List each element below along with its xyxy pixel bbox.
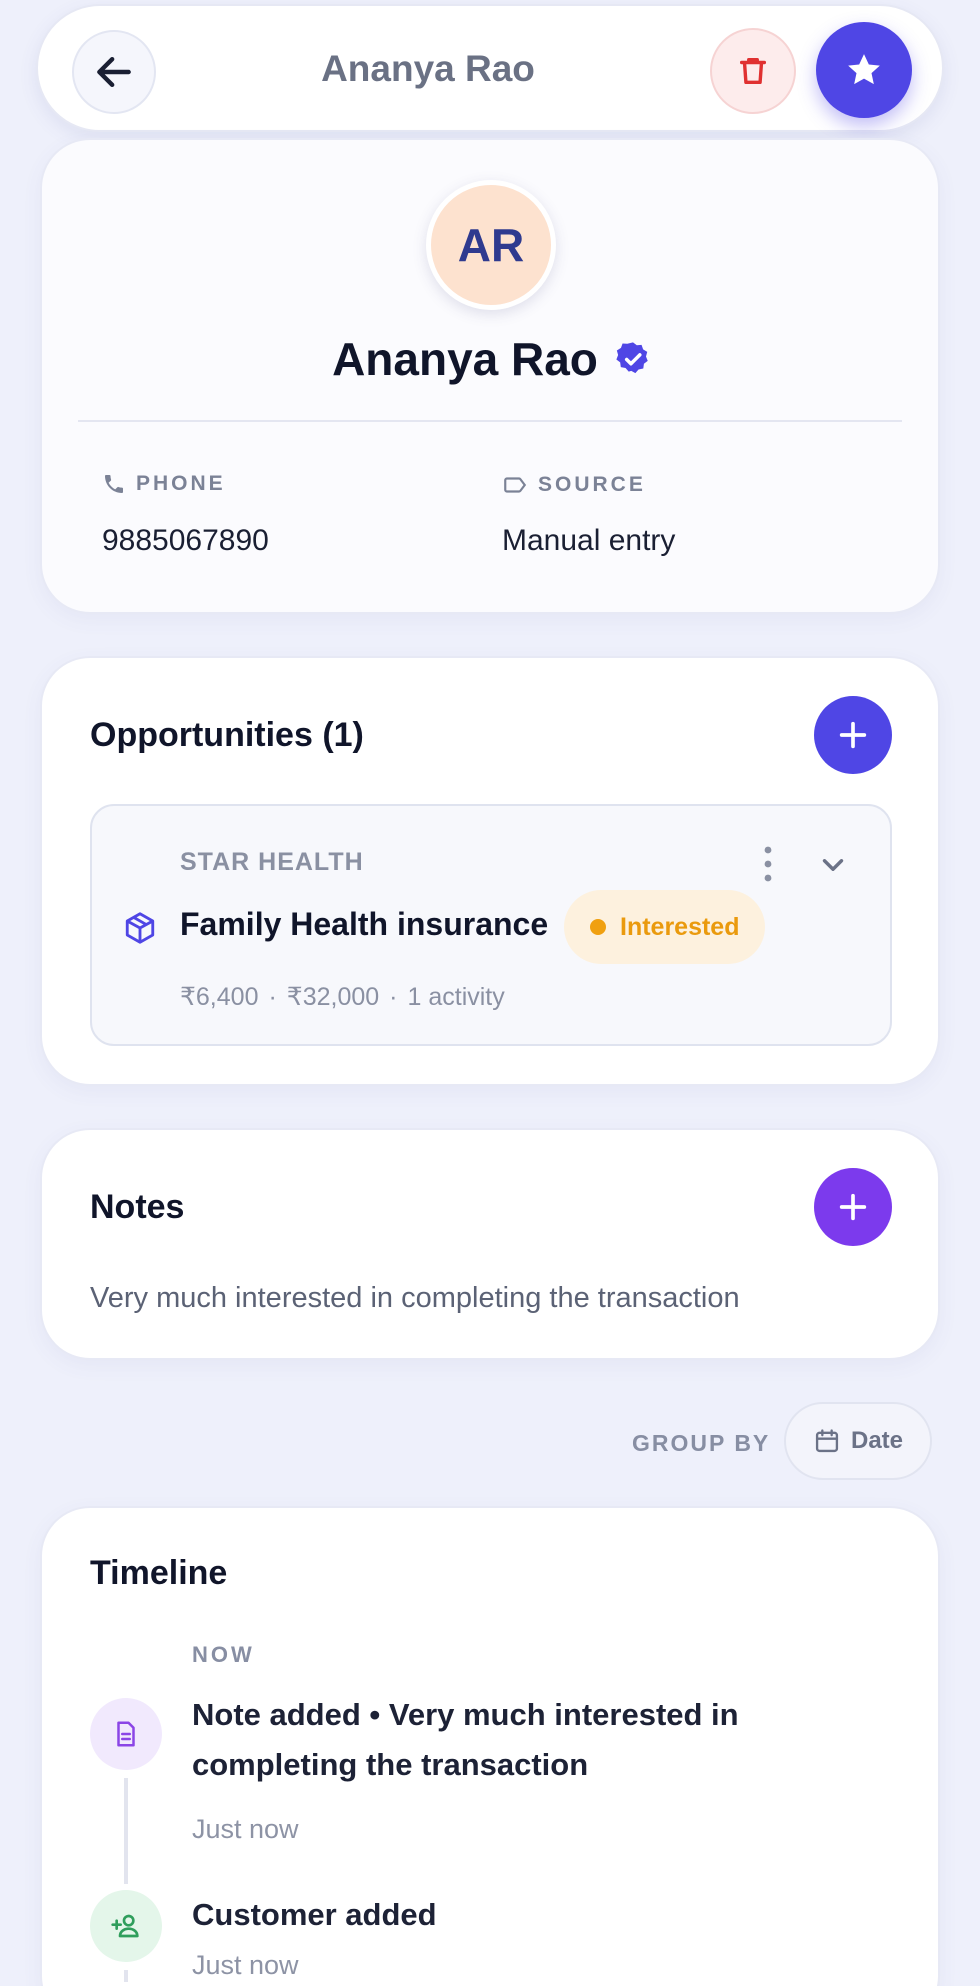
source-label: SOURCE: [502, 472, 646, 498]
source-label-text: SOURCE: [538, 473, 646, 496]
source-value: Manual entry: [502, 524, 676, 557]
plus-icon: [839, 721, 867, 749]
trash-icon: [739, 57, 767, 85]
top-bar: Ananya Rao: [36, 4, 944, 132]
opportunities-card: Opportunities (1) STAR HEALTH Family Hea…: [40, 656, 940, 1086]
opportunity-company: STAR HEALTH: [180, 848, 364, 876]
phone-icon: [105, 475, 123, 493]
verified-badge-icon: [616, 342, 648, 374]
group-by-label: GROUP BY: [632, 1430, 771, 1456]
status-dot: [590, 919, 606, 935]
avatar: AR: [426, 180, 556, 310]
expand-button[interactable]: [816, 848, 850, 882]
add-opportunity-button[interactable]: [814, 696, 892, 774]
timeline-event-time: Just now: [192, 1950, 299, 1980]
timeline-connector: [124, 1970, 128, 1982]
note-event-icon: [90, 1698, 162, 1770]
add-note-button[interactable]: [814, 1168, 892, 1246]
arrow-left-icon: [97, 56, 131, 88]
timeline-event-time: Just now: [192, 1814, 299, 1844]
timeline-title: Timeline: [90, 1554, 228, 1592]
opportunity-amount: ₹6,400: [180, 983, 259, 1011]
notes-title: Notes: [90, 1188, 185, 1226]
timeline-group-label: NOW: [192, 1642, 255, 1667]
group-by-value: Date: [850, 1427, 904, 1454]
phone-label: PHONE: [102, 472, 226, 496]
person-add-icon: [111, 1914, 139, 1938]
profile-name-row: Ananya Rao: [42, 332, 942, 386]
timeline-event-title: Note added • Very much interested in com…: [192, 1697, 739, 1782]
status-label: Interested: [620, 912, 740, 941]
opportunity-title: Family Health insurance: [180, 906, 549, 942]
timeline-connector: [124, 1778, 128, 1884]
package-icon: [125, 912, 155, 944]
phone-value[interactable]: 9885067890: [102, 524, 269, 558]
contact-name: Ananya Rao: [332, 333, 598, 385]
more-options-button[interactable]: [756, 844, 780, 884]
profile-divider: [78, 420, 902, 422]
status-badge[interactable]: Interested: [564, 890, 766, 964]
opportunity-item[interactable]: STAR HEALTH Family Health insurance Inte…: [90, 804, 892, 1046]
opportunities-title: Opportunities (1): [90, 716, 364, 754]
calendar-icon: [815, 1429, 839, 1453]
chevron-down-icon: [822, 859, 844, 871]
favorite-button[interactable]: [816, 22, 912, 118]
opportunity-meta: ₹6,400 · ₹32,000 · 1 activity: [180, 983, 505, 1011]
profile-card: AR Ananya Rao PHONE 9885067890 SOURCE Ma…: [40, 138, 940, 614]
plus-icon: [839, 1193, 867, 1221]
timeline-card: Timeline NOW Note added • Very much inte…: [40, 1506, 940, 1986]
tag-icon: [504, 477, 527, 493]
opportunity-activity: 1 activity: [407, 983, 505, 1011]
more-vertical-icon: [764, 846, 772, 882]
document-icon: [117, 1721, 135, 1747]
star-icon: [848, 54, 880, 85]
notes-card: Notes Very much interested in completing…: [40, 1128, 940, 1360]
group-by-date-button[interactable]: Date: [784, 1402, 932, 1480]
delete-button[interactable]: [710, 28, 796, 114]
note-text: Very much interested in completing the t…: [90, 1282, 740, 1314]
contact-detail-page: Ananya Rao AR Ananya Rao PHONE 988506789…: [0, 0, 980, 1986]
phone-label-text: PHONE: [136, 472, 226, 495]
opportunity-value: ₹32,000: [286, 983, 380, 1011]
timeline-event-title: Customer added: [192, 1897, 437, 1932]
customer-event-icon: [90, 1890, 162, 1962]
page-title: Ananya Rao: [321, 48, 535, 89]
back-button[interactable]: [72, 30, 156, 114]
